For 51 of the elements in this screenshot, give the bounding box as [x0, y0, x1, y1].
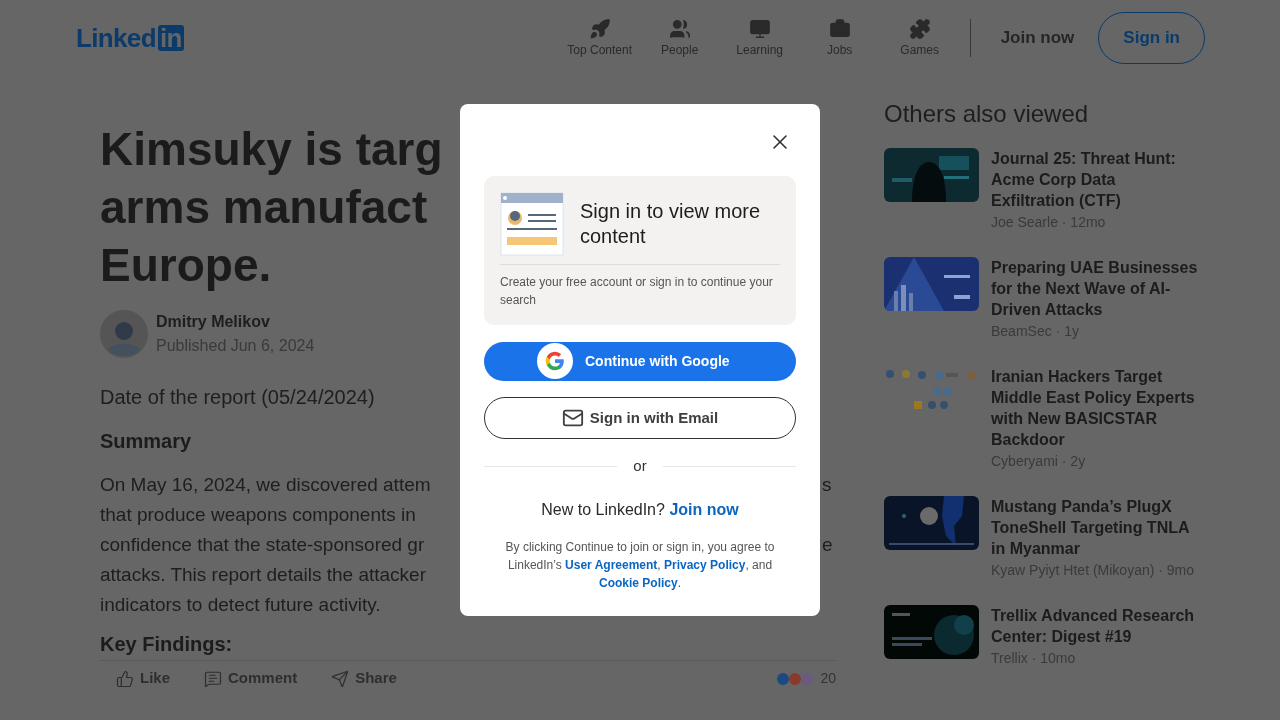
- games-icon: [908, 17, 931, 40]
- paragraph-text: On May 16, 2024, we discovered attem: [100, 473, 432, 497]
- join-now-link[interactable]: Join now: [669, 500, 739, 518]
- nav-link[interactable]: Games: [879, 17, 960, 59]
- post-action-button[interactable]: Like: [116, 667, 170, 690]
- post-action-button[interactable]: Share: [331, 667, 397, 690]
- mail-icon: [561, 407, 584, 429]
- article-link[interactable]: Iranian Hackers Target Middle East Policy Experts with New BASICSTAR Backdoor: [991, 366, 1203, 450]
- paragraph-text: s: [822, 473, 832, 497]
- article-link[interactable]: Preparing UAE Businesses for the Next Wave of AI-Driven Attacks: [991, 257, 1203, 320]
- dialog-heading: Sign in to view more content: [580, 199, 762, 249]
- paragraph-text: attacks. This report details the attacker: [100, 563, 427, 587]
- join-prompt: New to LinkedIn? Join now: [540, 499, 740, 520]
- nav-link[interactable]: People: [639, 17, 720, 59]
- comment-icon: [204, 669, 222, 688]
- share-icon: [331, 669, 350, 688]
- paragraph-text: confidence that the state-sponsored gr: [100, 533, 426, 557]
- paragraph-text: indicators to detect future activity.: [100, 593, 382, 617]
- post-action-button[interactable]: Comment: [204, 667, 298, 690]
- people-icon: [668, 17, 691, 40]
- section-heading: Key Findings:: [100, 632, 234, 656]
- learning-icon: [748, 17, 771, 40]
- sidebar-heading: Others also viewed: [884, 99, 1090, 129]
- article-link[interactable]: Journal 25: Threat Hunt: Acme Corp Data Exfiltration (CTF): [991, 148, 1203, 211]
- google-logo-icon: [544, 350, 566, 372]
- like-icon: [116, 669, 134, 688]
- nav-link[interactable]: Jobs: [799, 17, 880, 59]
- nav-link[interactable]: Learning: [719, 17, 800, 59]
- article-title: Kimsuky is targ: [100, 122, 443, 177]
- article-title: Europe.: [100, 238, 272, 293]
- rocket-icon: [588, 17, 611, 40]
- legal-link[interactable]: Privacy Policy: [664, 557, 746, 572]
- jobs-icon: [828, 17, 851, 40]
- avatar: [100, 310, 148, 358]
- nav-link[interactable]: Top Content: [559, 17, 640, 59]
- paragraph-text: that produce weapons components in: [100, 503, 417, 527]
- article-title: arms manufact: [100, 180, 428, 235]
- section-heading: Summary: [100, 429, 193, 454]
- article-link[interactable]: Trellix Advanced Research Center: Digest #19: [991, 605, 1203, 647]
- profile-card-icon: [500, 192, 564, 256]
- paragraph-text: e: [822, 533, 833, 557]
- legal-text: By clicking Continue to join or sign in, you agree to LinkedIn’s User Agreement, Privacy Policy, and Cookie Policy.: [504, 538, 776, 592]
- author-name[interactable]: Dmitry Melikov: [156, 310, 315, 334]
- report-date: Date of the report (05/24/2024): [100, 385, 376, 410]
- join-now-link[interactable]: Join now: [980, 25, 1095, 51]
- divider-label: or: [633, 456, 647, 476]
- google-sign-in-button[interactable]: Continue with Google: [484, 342, 796, 381]
- legal-link[interactable]: Cookie Policy: [598, 575, 678, 590]
- article-link[interactable]: Mustang Panda’s PlugX ToneShell Targeting TNLA in Myanmar: [991, 496, 1203, 559]
- dialog-subtext: Create your free account or sign in to continue your search: [500, 274, 774, 309]
- linkedin-logo[interactable]: Linked in: [76, 18, 184, 58]
